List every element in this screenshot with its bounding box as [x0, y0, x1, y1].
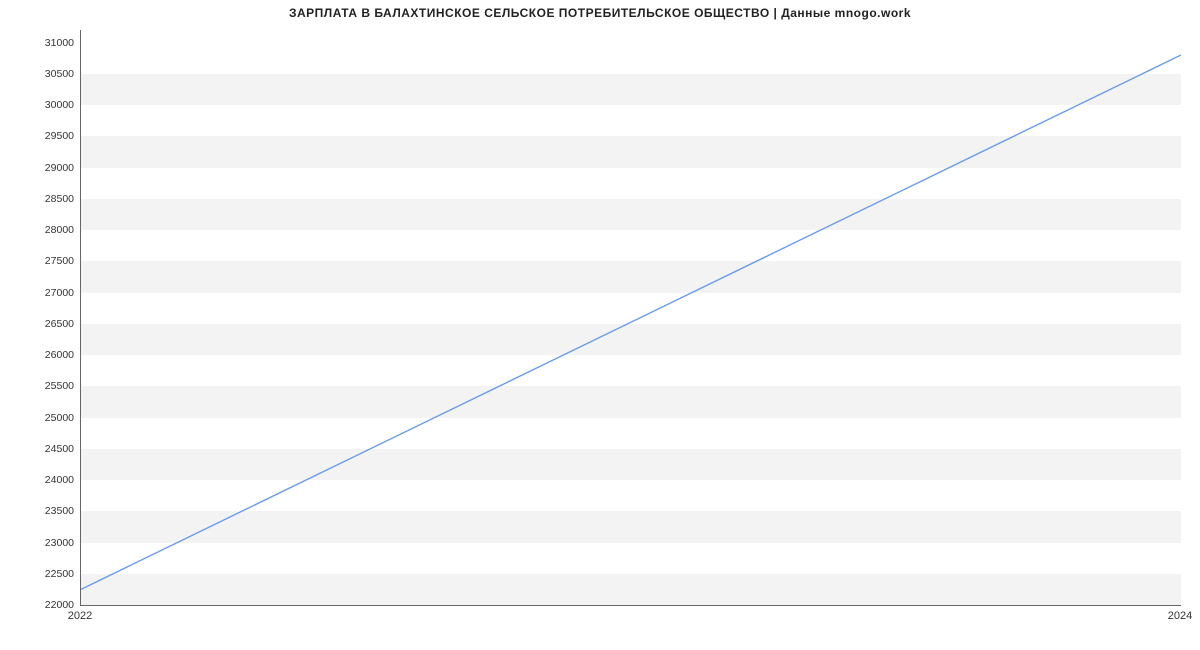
y-tick-label: 29000 [28, 162, 74, 174]
y-tick-label: 24500 [28, 443, 74, 455]
x-tick-label: 2024 [1168, 610, 1192, 622]
y-tick-label: 28000 [28, 224, 74, 236]
y-tick-label: 30500 [28, 68, 74, 80]
y-tick-label: 23000 [28, 537, 74, 549]
y-tick-label: 30000 [28, 99, 74, 111]
y-tick-label: 27500 [28, 255, 74, 267]
y-tick-label: 25500 [28, 380, 74, 392]
y-tick-label: 29500 [28, 130, 74, 142]
y-tick-label: 25000 [28, 412, 74, 424]
plot-area [80, 30, 1181, 606]
y-tick-label: 31000 [28, 37, 74, 49]
x-tick-label: 2022 [68, 610, 92, 622]
salary-line-chart: ЗАРПЛАТА В БАЛАХТИНСКОЕ СЕЛЬСКОЕ ПОТРЕБИ… [0, 0, 1200, 650]
y-tick-label: 22500 [28, 568, 74, 580]
y-tick-label: 27000 [28, 287, 74, 299]
y-tick-label: 26000 [28, 349, 74, 361]
y-tick-label: 23500 [28, 505, 74, 517]
y-tick-label: 26500 [28, 318, 74, 330]
y-tick-label: 24000 [28, 474, 74, 486]
chart-title: ЗАРПЛАТА В БАЛАХТИНСКОЕ СЕЛЬСКОЕ ПОТРЕБИ… [0, 6, 1200, 20]
y-tick-label: 28500 [28, 193, 74, 205]
data-line [81, 30, 1181, 605]
